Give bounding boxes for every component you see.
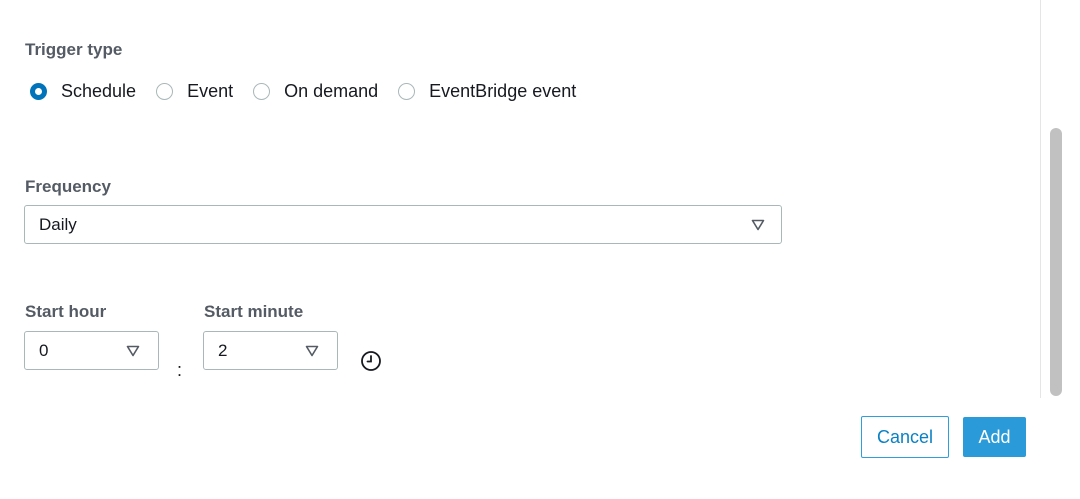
scrollbar-thumb[interactable]	[1050, 128, 1062, 396]
radio-button-icon[interactable]	[156, 82, 174, 100]
radio-event[interactable]: Event	[156, 81, 233, 102]
caret-down-icon	[126, 345, 140, 356]
radio-label: EventBridge event	[429, 80, 577, 101]
radio-eventbridge-event[interactable]: EventBridge event	[398, 81, 576, 102]
radio-button-icon[interactable]	[398, 82, 416, 100]
caret-down-icon	[751, 219, 765, 230]
trigger-type-radio-group: Schedule Event On demand EventBridge eve…	[30, 78, 596, 104]
radio-on-demand[interactable]: On demand	[253, 81, 378, 102]
radio-label: Schedule	[61, 80, 137, 101]
start-hour-label: Start hour	[25, 302, 107, 321]
radio-label: On demand	[284, 80, 379, 101]
frequency-label: Frequency	[25, 177, 111, 196]
start-minute-label: Start minute	[204, 302, 304, 321]
add-button[interactable]: Add	[963, 417, 1026, 457]
caret-down-icon	[305, 345, 319, 356]
radio-label: Event	[187, 80, 234, 101]
start-minute-select[interactable]: 2	[203, 331, 338, 370]
start-hour-select[interactable]: 0	[24, 331, 159, 370]
clock-icon	[361, 351, 381, 371]
trigger-type-label: Trigger type	[25, 40, 123, 59]
frequency-value: Daily	[39, 214, 77, 234]
scrollbar-track-divider	[1040, 0, 1041, 398]
cancel-button[interactable]: Cancel	[861, 416, 949, 458]
frequency-select[interactable]: Daily	[24, 205, 782, 244]
time-separator: :	[177, 360, 183, 380]
radio-schedule[interactable]: Schedule	[30, 81, 136, 102]
radio-button-icon[interactable]	[253, 82, 271, 100]
radio-button-checked-icon[interactable]	[30, 82, 47, 100]
trigger-form: Trigger type Schedule Event On demand Ev…	[0, 0, 1080, 499]
